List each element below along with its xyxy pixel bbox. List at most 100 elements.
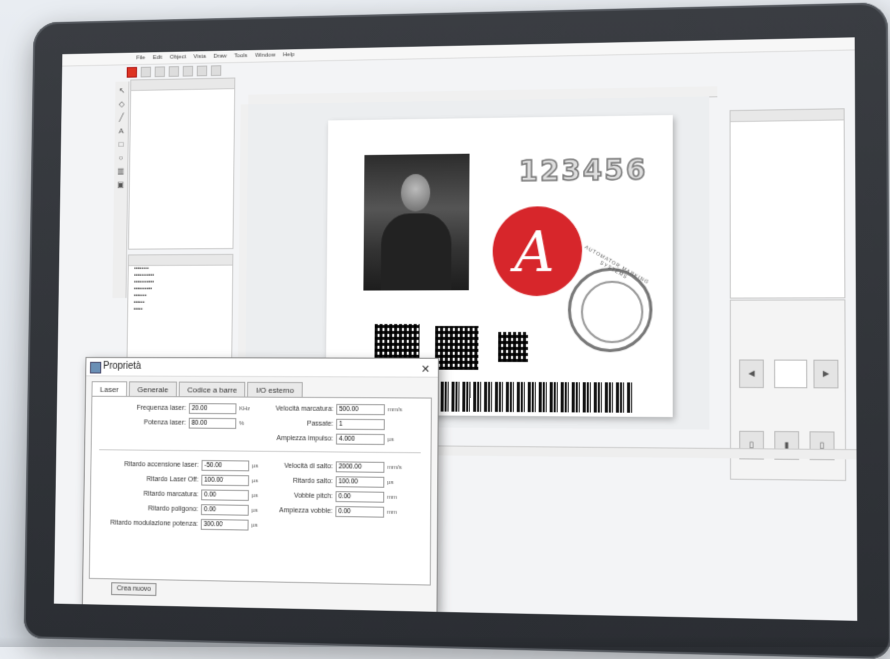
- laser-frequency-input[interactable]: [189, 403, 237, 414]
- undo-icon[interactable]: [183, 65, 193, 76]
- desk-shadow: [0, 637, 890, 647]
- layer-item[interactable]: ▪▪▪▪▪: [128, 307, 232, 314]
- passes-label: Passate:: [252, 420, 336, 428]
- line-tool-icon[interactable]: ╱: [119, 113, 124, 122]
- rect-tool-icon[interactable]: □: [119, 140, 124, 149]
- pulse-width-field: Ampiezza impulso: µs: [252, 433, 401, 445]
- polygon-delay-input[interactable]: [201, 504, 249, 516]
- mark-delay-input[interactable]: [201, 489, 249, 500]
- wobble-pitch-field: Vobble pitch: mm: [263, 490, 401, 503]
- power-mod-delay-unit: µs: [249, 522, 265, 528]
- laser-frequency-label: Frequenza laser:: [96, 405, 189, 412]
- menu-edit[interactable]: Edit: [153, 55, 163, 61]
- nudge-left-button[interactable]: ◀: [739, 359, 764, 388]
- image-tool-icon[interactable]: ▣: [117, 180, 124, 189]
- jump-delay-unit: µs: [384, 479, 401, 485]
- laser-on-delay-label: Ritardo accensione laser:: [95, 461, 201, 469]
- qr-code[interactable]: [435, 326, 479, 370]
- menu-view[interactable]: Vista: [194, 54, 206, 60]
- power-mod-delay-input[interactable]: [201, 519, 249, 531]
- properties-dialog: Proprietà ✕ Laser Generale Codice a barr…: [82, 357, 439, 614]
- portrait-face: [401, 174, 430, 212]
- laser-off-delay-field: Ritardo Laser Off: µs: [95, 474, 265, 487]
- laser-power-label: Potenza laser:: [96, 419, 189, 427]
- company-logo[interactable]: A: [492, 206, 582, 296]
- wobble-pitch-unit: mm: [384, 494, 401, 500]
- power-mod-delay-label: Ritardo modulazione potenza:: [94, 519, 201, 527]
- jump-speed-input[interactable]: [336, 461, 385, 472]
- tab-external-io[interactable]: I/O esterno: [247, 382, 302, 398]
- marking-speed-input[interactable]: [336, 404, 385, 415]
- laser-off-delay-input[interactable]: [201, 475, 249, 486]
- tab-barcode[interactable]: Codice a barre: [179, 382, 246, 398]
- zoom-icon[interactable]: [211, 65, 221, 76]
- pulse-width-label: Ampiezza impulso:: [252, 435, 336, 443]
- print-icon[interactable]: [169, 66, 179, 77]
- pulse-width-unit: µs: [385, 437, 402, 443]
- save-icon[interactable]: [155, 66, 165, 77]
- jump-delay-label: Ritardo salto:: [263, 477, 335, 485]
- menu-tools[interactable]: Tools: [234, 53, 247, 59]
- passes-input[interactable]: [336, 419, 385, 430]
- marking-speed-unit: mm/s: [385, 407, 402, 413]
- menu-window[interactable]: Window: [255, 53, 275, 59]
- monitor-frame: File Edit Object Vista Draw Tools Window…: [24, 2, 890, 659]
- wobble-amplitude-unit: mm: [384, 509, 401, 515]
- menu-draw[interactable]: Draw: [213, 54, 226, 60]
- portrait-image[interactable]: [363, 154, 469, 291]
- pulse-width-input[interactable]: [336, 434, 385, 445]
- tab-laser[interactable]: Laser: [91, 381, 127, 397]
- linear-barcode[interactable]: [423, 382, 632, 413]
- wobble-pitch-input[interactable]: [335, 491, 384, 503]
- jump-speed-unit: mm/s: [384, 464, 401, 470]
- menu-object[interactable]: Object: [170, 54, 186, 60]
- properties-icon: [90, 362, 101, 374]
- layers-panel-title: [129, 255, 233, 266]
- wobble-amplitude-field: Ampiezza vobble: mm: [263, 505, 401, 518]
- open-file-icon[interactable]: [141, 66, 151, 77]
- app-screen: File Edit Object Vista Draw Tools Window…: [54, 37, 857, 621]
- portrait-body: [381, 213, 452, 290]
- menu-file[interactable]: File: [136, 55, 145, 61]
- marking-speed-field: Velocità marcatura: mm/s: [253, 403, 402, 415]
- text-tool-icon[interactable]: A: [119, 127, 124, 136]
- passes-field: Passate:: [252, 418, 401, 430]
- object-list-panel: [128, 78, 235, 250]
- laser-power-field: Potenza laser: %: [96, 417, 253, 429]
- serial-number-text[interactable]: 123456: [519, 153, 648, 187]
- nudge-value-field[interactable]: [774, 360, 807, 389]
- laser-off-delay-label: Ritardo Laser Off:: [95, 475, 202, 483]
- laser-power-unit: %: [236, 421, 252, 427]
- jump-speed-label: Velocità di salto:: [263, 463, 335, 471]
- circle-tool-icon[interactable]: ○: [119, 153, 124, 162]
- barcode-tool-icon[interactable]: ▥: [117, 167, 124, 176]
- create-new-button[interactable]: Crea nuovo: [111, 582, 157, 596]
- polygon-delay-field: Ritardo poligono: µs: [94, 503, 265, 516]
- dialog-titlebar: Proprietà ✕: [86, 358, 438, 378]
- wobble-pitch-label: Vobble pitch:: [263, 492, 335, 500]
- mark-delay-field: Ritardo marcatura: µs: [95, 488, 266, 501]
- polygon-delay-label: Ritardo poligono:: [94, 505, 201, 513]
- menu-bar: File Edit Object Vista Draw Tools Window…: [62, 37, 857, 66]
- jump-delay-field: Ritardo salto: µs: [263, 475, 401, 488]
- main-toolbar: [127, 63, 222, 78]
- jump-delay-input[interactable]: [336, 476, 385, 488]
- select-tool-icon[interactable]: ↖: [119, 86, 125, 95]
- close-icon[interactable]: ✕: [421, 361, 430, 379]
- marking-speed-label: Velocità marcatura:: [253, 405, 337, 412]
- tab-generale[interactable]: Generale: [129, 381, 177, 397]
- wobble-amplitude-input[interactable]: [335, 506, 384, 518]
- laser-power-input[interactable]: [189, 418, 237, 429]
- nudge-right-button[interactable]: ▶: [813, 360, 838, 389]
- menu-help[interactable]: Help: [283, 52, 295, 58]
- laser-frequency-field: Frequenza laser: KHz: [96, 403, 253, 415]
- section-divider: [99, 449, 421, 453]
- layers-panel: ▪▪▪▪▪▪▪▪ ▪▪▪▪▪▪▪▪▪▪▪ ▪▪▪▪▪▪▪▪▪▪▪ ▪▪▪▪▪▪▪…: [126, 254, 233, 373]
- new-file-icon[interactable]: [127, 66, 137, 77]
- node-tool-icon[interactable]: ◇: [119, 100, 125, 109]
- laser-on-delay-input[interactable]: [201, 460, 249, 471]
- wobble-amplitude-label: Ampiezza vobble:: [263, 507, 335, 515]
- small-qr-code[interactable]: [498, 332, 528, 362]
- redo-icon[interactable]: [197, 65, 207, 76]
- mark-delay-label: Ritardo marcatura:: [95, 490, 202, 498]
